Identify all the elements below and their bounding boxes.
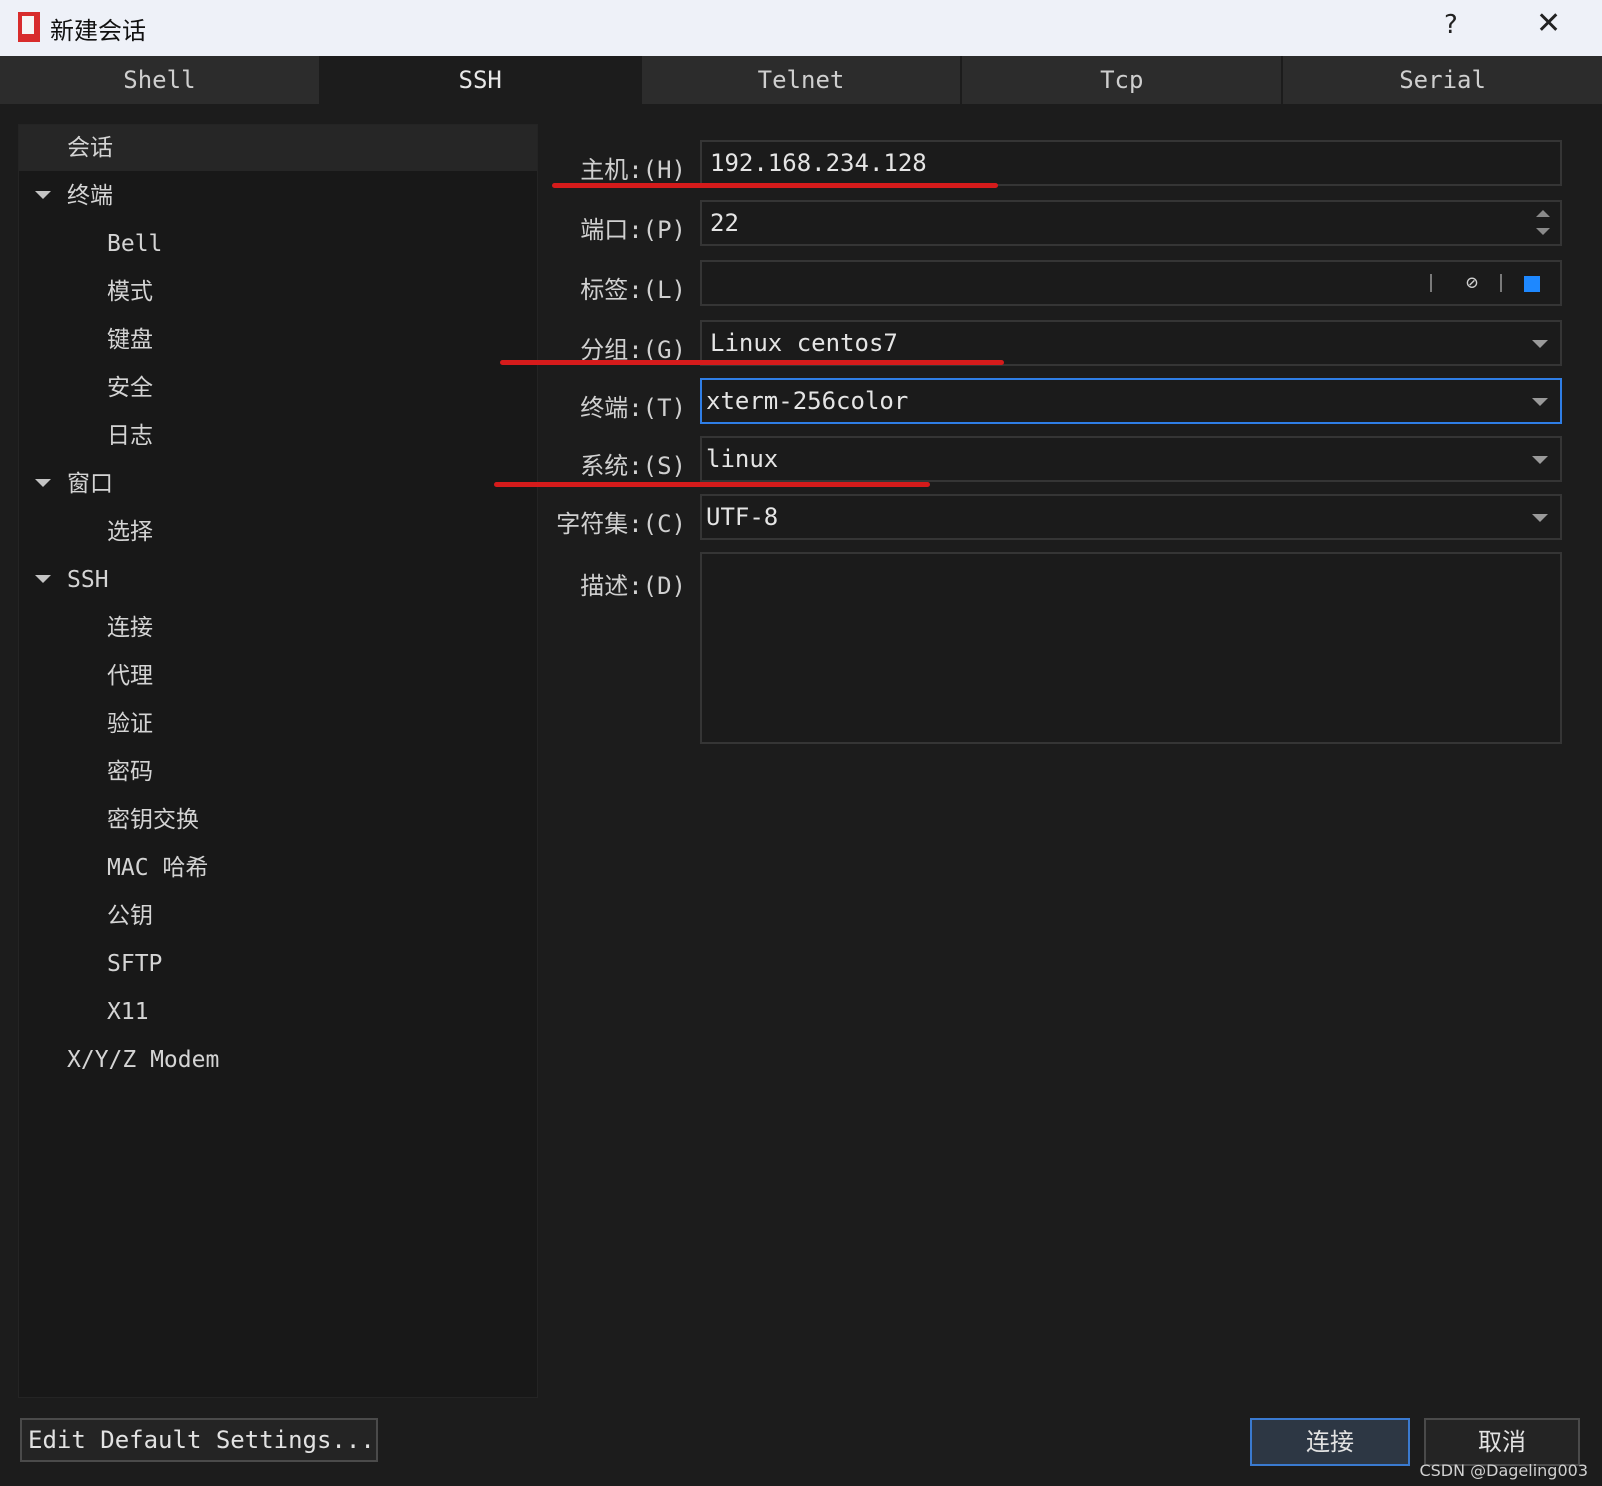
tree-item-x11[interactable]: X11: [107, 989, 149, 1035]
tree-item-kex[interactable]: 密钥交换: [107, 797, 199, 843]
system-label: 系统:(S): [580, 452, 686, 480]
expand-caret-icon[interactable]: [35, 191, 51, 199]
protocol-tabs: Shell SSH Telnet Tcp Serial: [0, 56, 1602, 104]
tree-item-pubkey[interactable]: 公钥: [107, 893, 153, 939]
chevron-down-icon[interactable]: [1532, 398, 1548, 406]
separator: [1500, 274, 1502, 292]
tree-item-mac[interactable]: MAC 哈希: [107, 845, 208, 891]
description-textarea[interactable]: [700, 552, 1562, 744]
cancel-button[interactable]: 取消: [1424, 1418, 1580, 1466]
charset-select[interactable]: UTF-8: [700, 494, 1562, 540]
terminal-select[interactable]: xterm-256color: [700, 378, 1562, 424]
tree-item-proxy[interactable]: 代理: [107, 653, 153, 699]
tree-item-sftp[interactable]: SFTP: [107, 941, 162, 987]
annotation-underline: [552, 183, 998, 188]
host-input[interactable]: 192.168.234.128: [700, 140, 1562, 186]
tree-item-mode[interactable]: 模式: [107, 269, 153, 315]
terminal-label: 终端:(T): [580, 394, 686, 422]
tree-item-cipher[interactable]: 密码: [107, 749, 153, 795]
port-spinbox[interactable]: 22: [700, 200, 1562, 246]
system-select[interactable]: linux: [700, 436, 1562, 482]
tree-item-ssh[interactable]: SSH: [67, 557, 109, 603]
tab-shell[interactable]: Shell: [0, 56, 321, 104]
tree-item-bell[interactable]: Bell: [107, 221, 162, 267]
chevron-down-icon[interactable]: [1532, 340, 1548, 348]
tag-label: 标签:(L): [580, 276, 686, 304]
settings-tree: 会话 终端 Bell 模式 键盘 安全 日志 窗口 选择 SSH 连接 代理 验…: [18, 124, 538, 1398]
separator: [1430, 274, 1432, 292]
charset-label: 字符集:(C): [556, 510, 686, 538]
group-value: Linux centos7: [710, 329, 898, 357]
annotation-underline: [500, 360, 1004, 365]
system-value: linux: [706, 445, 779, 473]
tree-item-auth[interactable]: 验证: [107, 701, 153, 747]
spin-up-icon[interactable]: [1536, 210, 1550, 217]
clear-tag-icon[interactable]: ⊘: [1466, 272, 1478, 292]
tree-item-connection[interactable]: 连接: [107, 605, 153, 651]
tree-item-modem[interactable]: X/Y/Z Modem: [67, 1037, 219, 1083]
tree-item-session[interactable]: 会话: [19, 125, 537, 171]
expand-caret-icon[interactable]: [35, 575, 51, 583]
tab-telnet[interactable]: Telnet: [641, 56, 963, 104]
port-label: 端口:(P): [580, 216, 686, 244]
help-button[interactable]: ?: [1444, 10, 1458, 40]
annotation-underline: [494, 482, 930, 487]
close-button[interactable]: ✕: [1536, 6, 1561, 41]
tree-item-keyboard[interactable]: 键盘: [107, 317, 153, 363]
description-label: 描述:(D): [580, 572, 686, 600]
terminal-value: xterm-256color: [706, 387, 909, 415]
tree-item-log[interactable]: 日志: [107, 413, 153, 459]
tree-item-terminal[interactable]: 终端: [67, 173, 113, 219]
watermark: CSDN @Dageling003: [1419, 1461, 1588, 1480]
tree-item-selection[interactable]: 选择: [107, 509, 153, 555]
tag-input[interactable]: ⊘: [700, 260, 1562, 306]
tab-tcp[interactable]: Tcp: [962, 56, 1284, 104]
chevron-down-icon[interactable]: [1532, 456, 1548, 464]
tab-serial[interactable]: Serial: [1283, 56, 1602, 104]
port-value: 22: [710, 209, 739, 237]
expand-caret-icon[interactable]: [35, 479, 51, 487]
app-logo-icon: [18, 12, 40, 42]
connect-button[interactable]: 连接: [1250, 1418, 1410, 1466]
tab-ssh[interactable]: SSH: [320, 56, 642, 104]
chevron-down-icon[interactable]: [1532, 514, 1548, 522]
title-bar: 新建会话 ? ✕: [0, 0, 1602, 56]
tag-color-swatch[interactable]: [1524, 276, 1540, 292]
spin-down-icon[interactable]: [1536, 228, 1550, 235]
tree-item-security[interactable]: 安全: [107, 365, 153, 411]
charset-value: UTF-8: [706, 503, 779, 531]
edit-default-settings-button[interactable]: Edit Default Settings...: [20, 1418, 378, 1462]
window-title: 新建会话: [50, 17, 146, 45]
tree-item-window[interactable]: 窗口: [67, 461, 113, 507]
host-label: 主机:(H): [580, 156, 686, 184]
